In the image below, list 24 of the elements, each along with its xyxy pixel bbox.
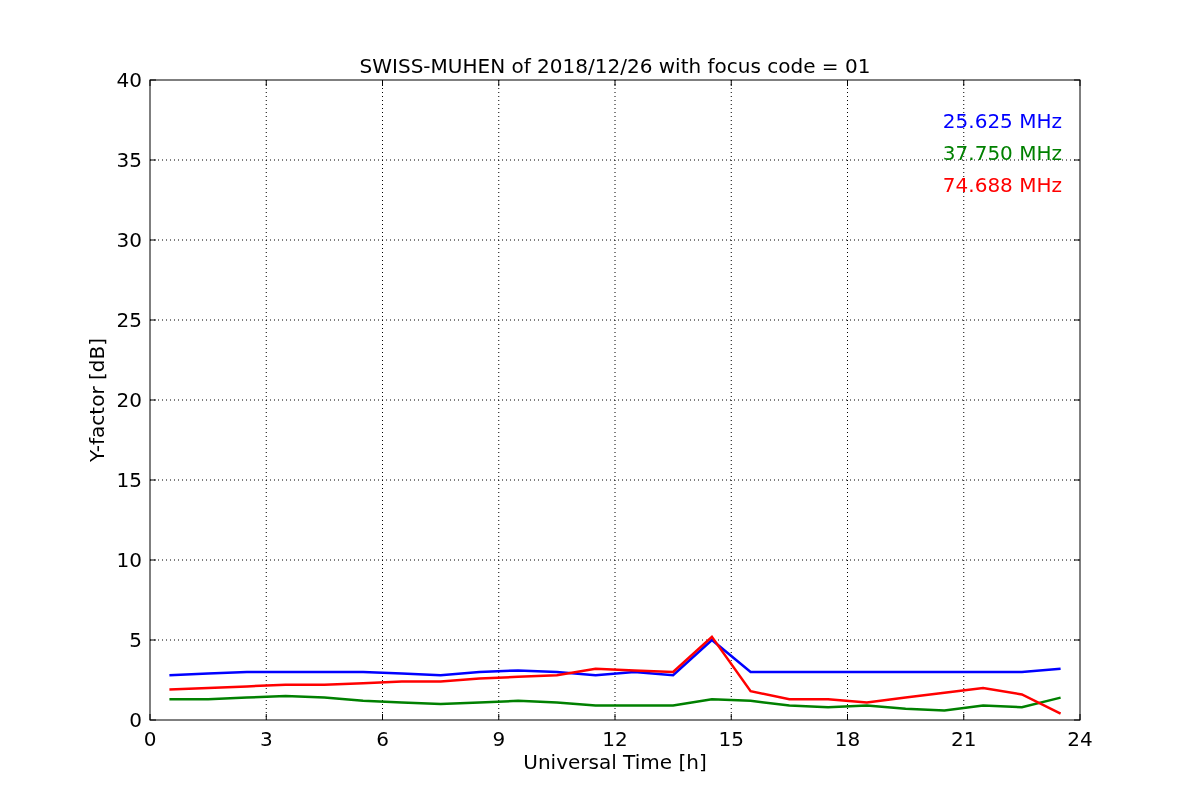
- y-tick-label: 0: [129, 708, 142, 732]
- x-tick-label: 6: [376, 727, 389, 751]
- x-tick-label: 9: [492, 727, 506, 751]
- y-tick-label: 25: [116, 308, 142, 332]
- y-tick-label: 10: [116, 548, 142, 572]
- y-tick-label: 15: [116, 468, 142, 492]
- y-tick-label: 5: [129, 628, 142, 652]
- x-tick-label: 18: [834, 727, 861, 751]
- x-tick-label: 3: [259, 727, 273, 751]
- y-axis-label: Y-factor [dB]: [85, 338, 109, 462]
- y-tick-label: 20: [116, 388, 142, 412]
- x-tick-label: 24: [1067, 727, 1093, 751]
- legend-label: 37.750 MHz: [942, 141, 1062, 165]
- y-tick-label: 40: [116, 68, 142, 92]
- y-tick-label: 30: [116, 228, 142, 252]
- x-tick-label: 12: [602, 727, 628, 751]
- x-tick-label: 15: [718, 727, 744, 751]
- y-tick-label: 35: [116, 148, 142, 172]
- legend-label: 25.625 MHz: [942, 109, 1062, 133]
- chart-title: SWISS-MUHEN of 2018/12/26 with focus code = 01: [359, 54, 871, 78]
- x-tick-label: 21: [951, 727, 977, 751]
- x-tick-label: 0: [143, 727, 157, 751]
- x-axis-label: Universal Time [h]: [523, 750, 707, 774]
- legend-label: 74.688 MHz: [942, 173, 1062, 197]
